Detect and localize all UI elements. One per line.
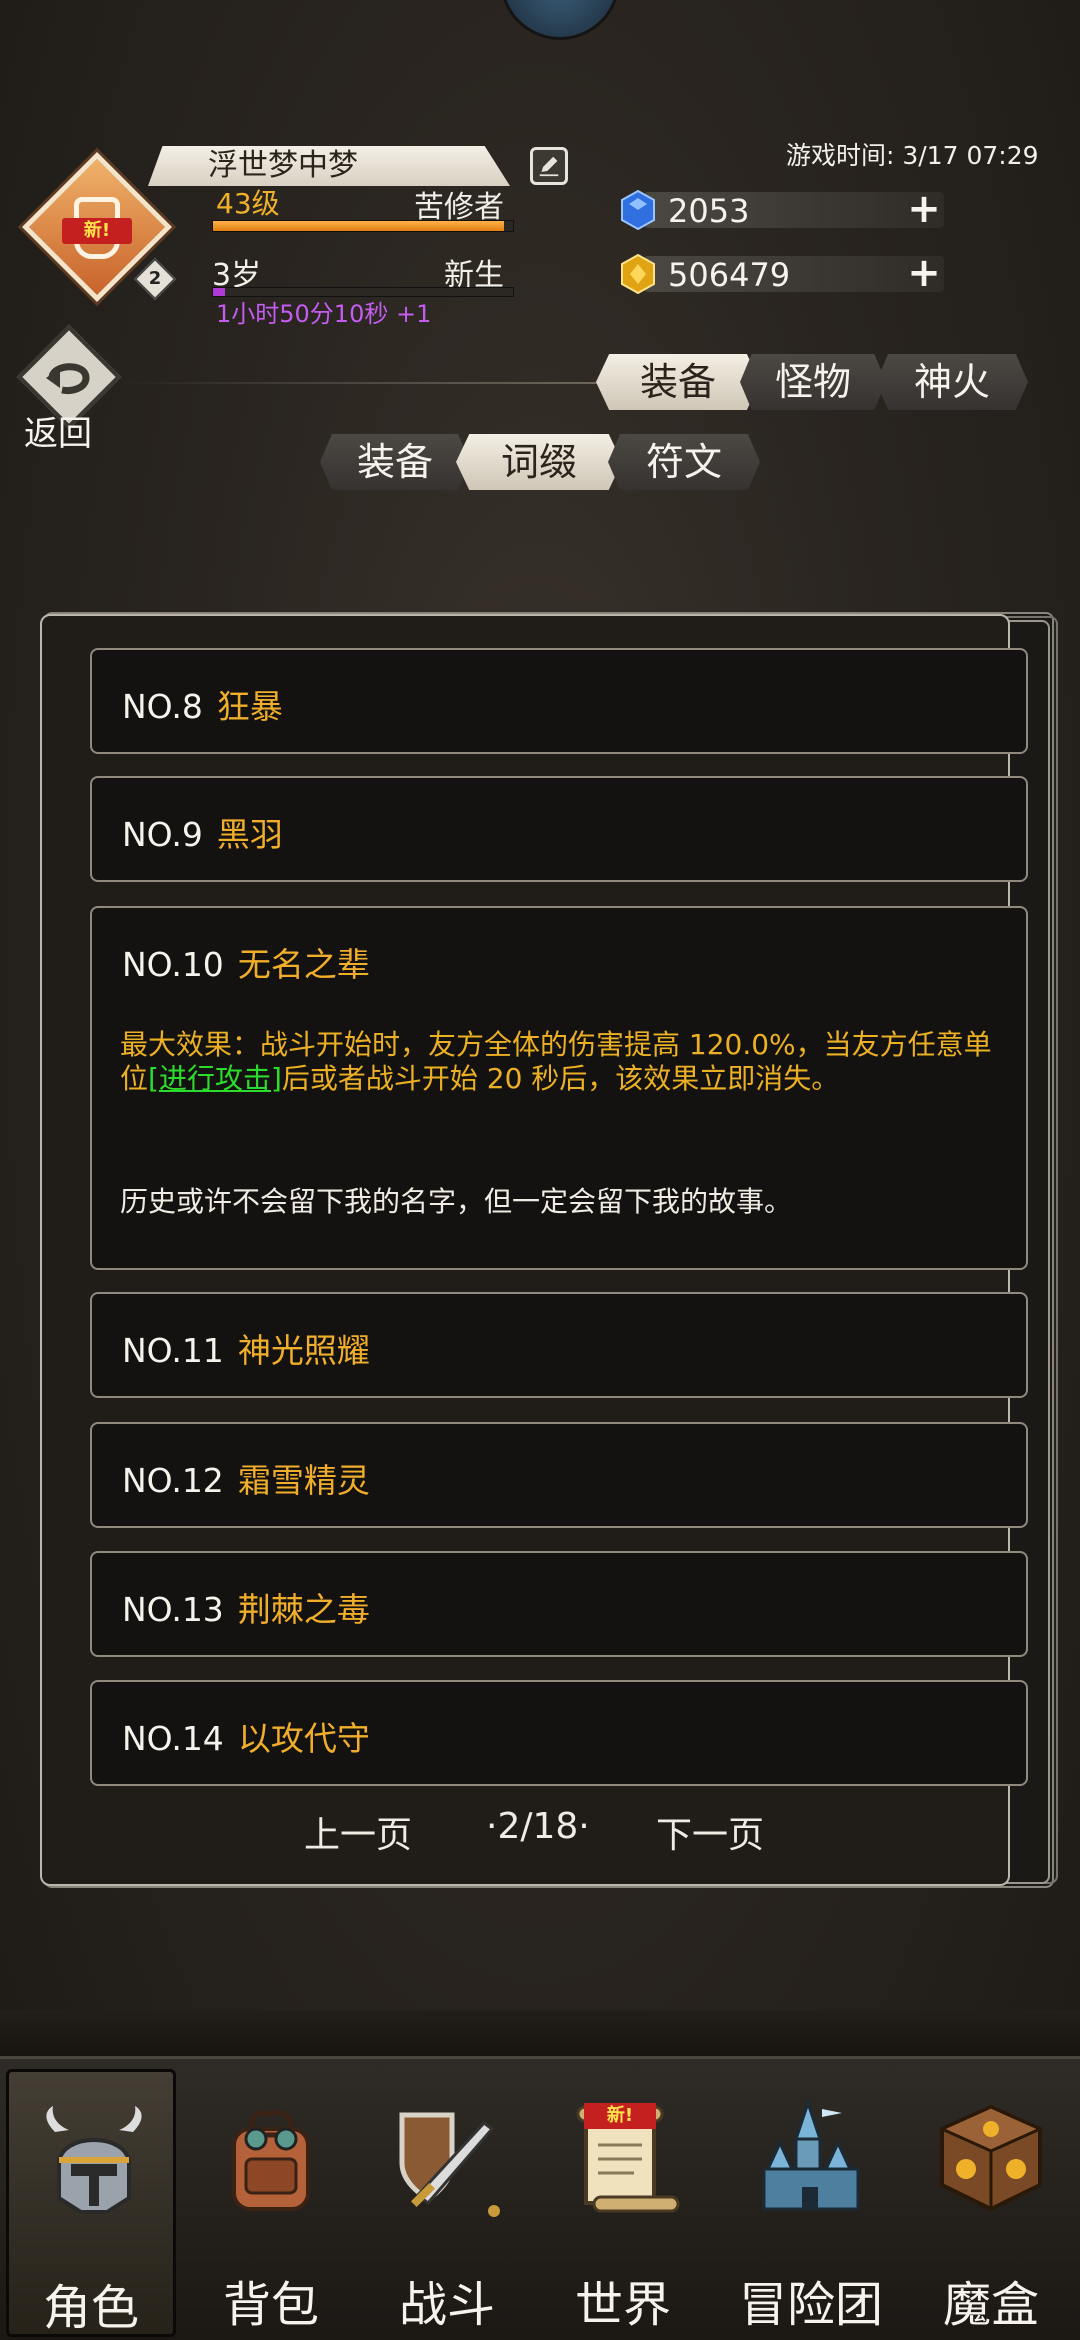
level-progress-fill [213,221,504,231]
bottom-nav: 角色 背包 战斗 新! 世界 冒险团 魔盒 [0,2056,1080,2340]
nav-adventure-team[interactable]: 冒险团 [726,2069,896,2337]
affix-number: NO.8 [122,687,203,726]
player-level: 43级 [216,187,280,220]
gold-gem-icon [621,253,655,295]
affix-codex-panel: NO.8 狂暴 NO.9 黑羽 NO.10 无名之辈 最大效果：战斗开始时，友方全体的… [40,614,1028,1886]
avatar-count-badge: 2 [133,257,177,301]
helmet-icon [46,2106,142,2214]
nav-label: 冒险团 [738,2277,883,2333]
gems-value: 2053 [668,192,750,230]
nav-character[interactable]: 角色 [6,2069,176,2337]
affix-number: NO.11 [122,1331,224,1370]
subtab-rune[interactable]: 符文 [608,434,760,490]
affix-number: NO.9 [122,815,203,854]
affix-entry[interactable]: NO.8 狂暴 [90,648,1028,754]
subtab-equipment[interactable]: 装备 [320,434,470,490]
affix-name: 无名之辈 [237,945,370,984]
tab-divine-fire[interactable]: 神火 [876,354,1028,410]
top-emblem-icon [500,0,620,40]
tab-label: 怪物 [774,360,851,404]
affix-effect-text: 后或者战斗开始 20 秒后，该效果立即消失。 [281,1062,840,1095]
affix-entry[interactable]: NO.14 以攻代守 [90,1680,1028,1786]
nav-world[interactable]: 新! 世界 [538,2069,708,2337]
game-time: 游戏时间: 3/17 07:29 [786,141,1039,170]
nav-backpack[interactable]: 背包 [186,2069,356,2337]
age-timer: 1小时50分10秒 +1 [216,300,432,328]
affix-name: 以攻代守 [237,1719,370,1758]
affix-entry[interactable]: NO.13 荆棘之毒 [90,1551,1028,1657]
magic-box-icon [938,2104,1044,2212]
back-label: 返回 [24,414,92,454]
castle-icon [762,2099,860,2211]
world-new-badge: 新! [584,2103,656,2129]
affix-keyword-link[interactable]: [进行攻击] [148,1062,282,1095]
player-name: 浮世梦中梦 [148,146,510,186]
gold-value: 506479 [668,256,791,294]
blue-gem-icon [621,189,655,231]
nav-label: 战斗 [398,2277,495,2333]
avatar-count: 2 [148,268,162,289]
nav-label: 魔盒 [942,2277,1039,2333]
page-indicator: ·2/18· [486,1806,590,1847]
affix-name: 荆棘之毒 [237,1590,370,1629]
affix-name: 黑羽 [216,815,283,854]
affix-name: 狂暴 [216,687,283,726]
tab-label: 装备 [639,360,716,404]
gems-resource: 2053 + [616,188,956,232]
affix-number: NO.13 [122,1590,224,1629]
header-divider [122,382,598,384]
affix-number: NO.10 [122,945,224,984]
return-arrow-icon [46,363,90,394]
prev-page-button[interactable]: 上一页 [304,1806,412,1858]
gold-resource: 506479 + [616,252,956,296]
add-gems-button[interactable]: + [906,189,942,229]
edit-name-icon[interactable] [530,147,568,185]
affix-entry-expanded[interactable]: NO.10 无名之辈 最大效果：战斗开始时，友方全体的伤害提高 120.0%，当友… [90,906,1028,1270]
nav-battle[interactable]: 战斗 [362,2069,532,2337]
sword-shield-icon [399,2112,500,2217]
backpack-icon [232,2110,310,2211]
affix-number: NO.12 [122,1461,224,1500]
subtab-label: 装备 [356,440,433,484]
level-progress-bar [212,220,514,232]
nav-magic-box[interactable]: 魔盒 [906,2069,1076,2337]
tab-equipment[interactable]: 装备 [596,354,760,410]
affix-entry[interactable]: NO.12 霜雪精灵 [90,1422,1028,1528]
affix-effect: 最大效果：战斗开始时，友方全体的伤害提高 120.0%，当友方任意单位[进行攻击… [120,1028,1006,1096]
avatar-new-badge: 新! [62,218,132,244]
affix-name: 霜雪精灵 [237,1461,370,1500]
subtab-label: 符文 [645,440,722,484]
nav-label: 背包 [222,2277,319,2333]
affix-name: 神光照耀 [237,1331,370,1370]
next-page-button[interactable]: 下一页 [656,1806,764,1858]
subtab-label: 词缀 [500,440,577,484]
tab-monsters[interactable]: 怪物 [740,354,886,410]
nav-divider [0,2010,1080,2056]
affix-entry[interactable]: NO.11 神光照耀 [90,1292,1028,1398]
tab-label: 神火 [913,360,990,404]
nav-label: 角色 [42,2280,139,2336]
affix-number: NO.14 [122,1719,224,1758]
back-button[interactable]: 返回 [14,324,124,454]
nav-label: 世界 [574,2277,671,2333]
add-gold-button[interactable]: + [906,253,942,293]
player-avatar[interactable]: 新! 2 [22,152,177,302]
subtab-affix[interactable]: 词缀 [456,434,622,490]
affix-entry[interactable]: NO.9 黑羽 [90,776,1028,882]
affix-lore: 历史或许不会留下我的名字，但一定会留下我的故事。 [120,1185,793,1218]
